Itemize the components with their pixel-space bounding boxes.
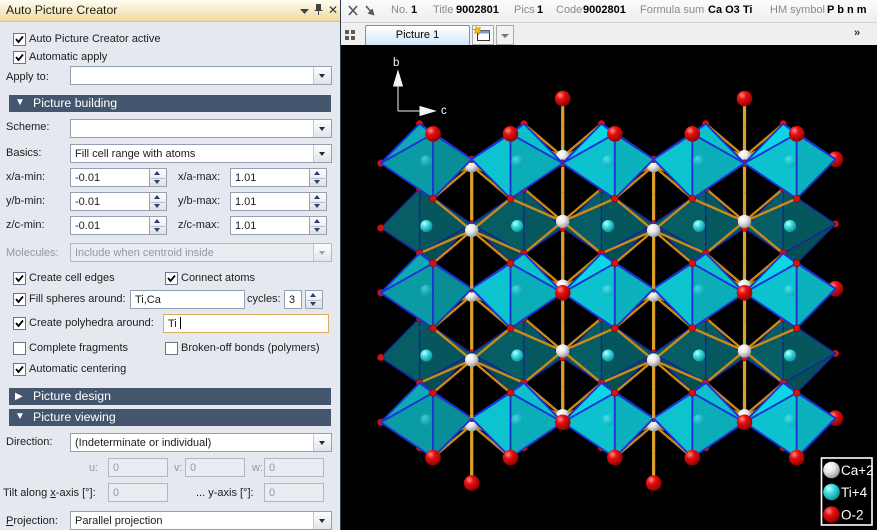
svg-text:b: b	[393, 57, 399, 69]
svg-text:Ti+4: Ti+4	[841, 485, 868, 500]
svg-text:c: c	[441, 105, 447, 117]
svg-text:Ca+2: Ca+2	[841, 463, 874, 478]
svg-text:O-2: O-2	[841, 508, 864, 523]
